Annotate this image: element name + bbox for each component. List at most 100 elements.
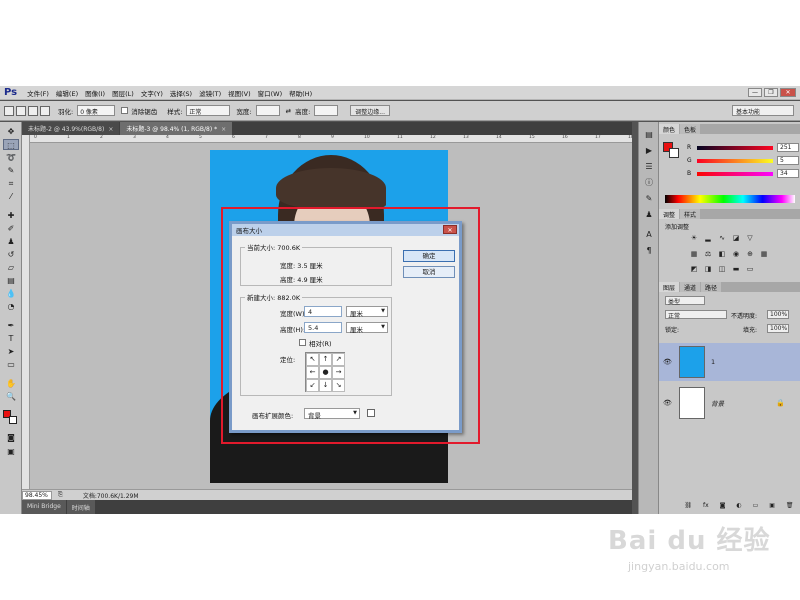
tab-swatches[interactable]: 色板 (680, 124, 701, 134)
menu-image[interactable]: 图像(I) (85, 88, 105, 98)
healing-tool-icon[interactable]: ✚ (3, 210, 19, 221)
mixer-icon[interactable]: ⊕ (745, 250, 755, 258)
adjustment-layer-icon[interactable]: ◐ (736, 502, 741, 512)
blur-tool-icon[interactable]: 💧 (3, 288, 19, 299)
zoom-field[interactable]: 98.45% (22, 490, 52, 500)
export-icon[interactable]: ⎘ (58, 491, 63, 499)
add-selection-icon[interactable] (28, 105, 38, 116)
anchor-w-icon[interactable]: ← (306, 366, 319, 379)
layer-name[interactable]: 背景 (711, 398, 724, 408)
crop-tool-icon[interactable]: ⌗ (3, 178, 19, 189)
curves-icon[interactable]: ∿ (717, 234, 727, 242)
visibility-eye-icon[interactable]: 👁 (663, 399, 673, 407)
menu-view[interactable]: 视图(V) (228, 88, 251, 98)
r-value[interactable]: 251 (777, 143, 799, 152)
tab-paths[interactable]: 路径 (701, 282, 722, 292)
menu-layer[interactable]: 图层(L) (112, 88, 134, 98)
close-button[interactable]: ✕ (780, 88, 796, 97)
new-layer-icon[interactable]: ▣ (769, 502, 775, 512)
tab-close-icon[interactable]: × (221, 126, 226, 133)
new-group-icon[interactable]: ▭ (753, 502, 759, 512)
screen-mode-icon[interactable]: ▣ (3, 446, 19, 457)
anchor-e-icon[interactable]: → (332, 366, 345, 379)
photo-filter-icon[interactable]: ◉ (731, 250, 741, 258)
background-color-swatch[interactable] (9, 416, 17, 424)
swap-icon[interactable]: ⇄ (286, 107, 291, 115)
properties-panel-icon[interactable]: ☰ (643, 162, 655, 172)
anchor-sw-icon[interactable]: ↙ (306, 379, 319, 392)
ext-color-select[interactable]: 背景 ▼ (304, 408, 360, 420)
layer-row-background[interactable]: 👁 背景 🔒 (659, 384, 800, 422)
width-input[interactable]: 4 (304, 306, 342, 317)
menu-edit[interactable]: 编辑(E) (56, 88, 78, 98)
marquee-preset-icon[interactable] (4, 105, 14, 116)
visibility-eye-icon[interactable]: 👁 (663, 358, 673, 366)
antialias-checkbox[interactable] (121, 107, 129, 114)
tab-timeline[interactable]: 时间轴 (66, 500, 95, 514)
lookup-icon[interactable]: ▦ (759, 250, 769, 258)
eraser-tool-icon[interactable]: ▱ (3, 262, 19, 273)
add-mask-icon[interactable]: ◙ (720, 502, 726, 512)
eyedropper-tool-icon[interactable]: ⁄ (3, 191, 19, 202)
history-panel-icon[interactable]: ▤ (643, 130, 655, 140)
hue-icon[interactable]: ▦ (689, 250, 699, 258)
anchor-se-icon[interactable]: ↘ (332, 379, 345, 392)
path-select-icon[interactable]: ➤ (3, 346, 19, 357)
anchor-ne-icon[interactable]: ↗ (332, 353, 345, 366)
paragraph-panel-icon[interactable]: ¶ (643, 246, 655, 256)
height-input[interactable]: 5.4 (304, 322, 342, 333)
link-layers-icon[interactable]: ⛓ (684, 502, 692, 512)
balance-icon[interactable]: ⚖ (703, 250, 713, 258)
tab-layers[interactable]: 图层 (659, 282, 680, 292)
width-input[interactable] (255, 105, 280, 116)
gradient-tool-icon[interactable]: ▤ (3, 275, 19, 286)
minimize-button[interactable]: — (748, 88, 762, 97)
tab-channels[interactable]: 通道 (680, 282, 701, 292)
quick-mask-icon[interactable]: ◙ (3, 432, 19, 443)
selective-color-icon[interactable]: ▬ (731, 265, 741, 273)
anchor-nw-icon[interactable]: ↖ (306, 353, 319, 366)
fill-input[interactable]: 100% (767, 324, 789, 333)
exposure-icon[interactable]: ◪ (731, 234, 741, 242)
info-panel-icon[interactable]: ⓘ (643, 178, 655, 188)
tab-doc-3[interactable]: 未标题-3 @ 98.4% (1, RGB/8) * × (120, 122, 233, 135)
hand-tool-icon[interactable]: ✋ (3, 378, 19, 389)
dodge-tool-icon[interactable]: ◔ (3, 301, 19, 312)
feather-input[interactable]: 0 像素 (77, 105, 116, 116)
stamp-tool-icon[interactable]: ♟ (3, 236, 19, 247)
character-panel-icon[interactable]: A (643, 230, 655, 240)
menu-help[interactable]: 帮助(H) (289, 88, 312, 98)
doc-size-info[interactable]: 文档:700.6K/1.29M (83, 491, 139, 500)
gradient-map-icon[interactable]: ▭ (745, 265, 755, 273)
opacity-input[interactable]: 100% (767, 310, 789, 319)
tab-styles[interactable]: 样式 (680, 209, 701, 219)
quick-select-tool-icon[interactable]: ✎ (3, 165, 19, 176)
pen-tool-icon[interactable]: ✒ (3, 320, 19, 331)
relative-checkbox[interactable] (299, 339, 306, 346)
lasso-tool-icon[interactable]: ➰ (3, 152, 19, 163)
g-value[interactable]: 5 (777, 156, 799, 165)
anchor-center-icon[interactable]: ● (319, 366, 332, 379)
color-spectrum[interactable] (665, 195, 795, 203)
menu-type[interactable]: 文字(Y) (141, 88, 163, 98)
anchor-s-icon[interactable]: ↓ (319, 379, 332, 392)
r-slider[interactable] (697, 146, 773, 150)
menu-window[interactable]: 窗口(W) (258, 88, 283, 98)
vibrance-icon[interactable]: ▽ (745, 234, 755, 242)
ok-button[interactable]: 确定 (403, 250, 455, 262)
refine-edge-button[interactable]: 调整边缘... (350, 105, 390, 116)
menu-file[interactable]: 文件(F) (27, 88, 49, 98)
tab-color[interactable]: 颜色 (659, 124, 680, 134)
bw-icon[interactable]: ◧ (717, 250, 727, 258)
delete-layer-icon[interactable]: 🗑 (786, 502, 794, 512)
layer-name[interactable]: 1 (711, 358, 715, 366)
tab-doc-2[interactable]: 未标题-2 @ 43.9%(RGB/8) × (22, 122, 120, 135)
zoom-tool-icon[interactable]: 🔍 (3, 391, 19, 402)
threshold-icon[interactable]: ◫ (717, 265, 727, 273)
actions-panel-icon[interactable]: ▶ (643, 146, 655, 156)
height-unit-select[interactable]: 厘米 ▼ (346, 322, 388, 334)
new-selection-icon[interactable] (16, 105, 26, 116)
levels-icon[interactable]: ▂ (703, 234, 713, 242)
g-slider[interactable] (697, 159, 773, 163)
tab-mini-bridge[interactable]: Mini Bridge (22, 500, 66, 514)
